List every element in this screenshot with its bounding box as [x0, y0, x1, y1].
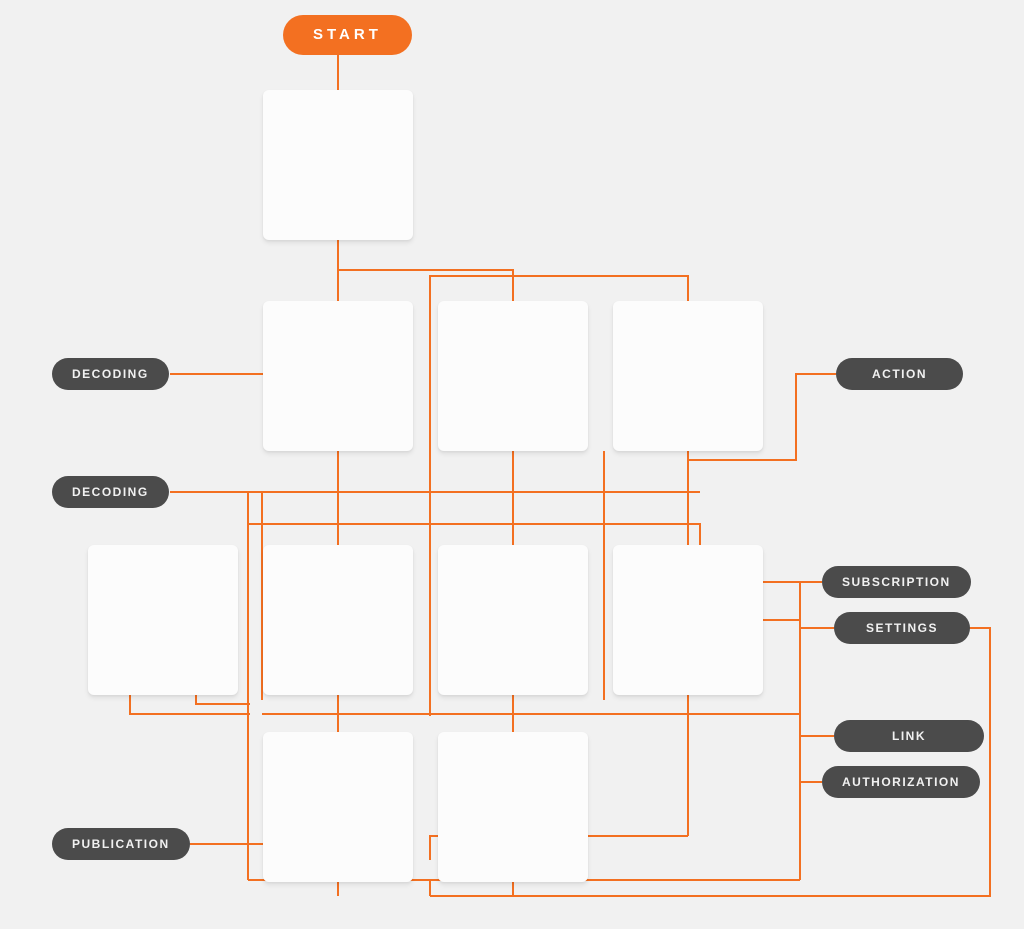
box-r2c2 [438, 301, 588, 451]
box-r2c1 [263, 301, 413, 451]
box-r3c2 [438, 545, 588, 695]
box-r3c1 [263, 545, 413, 695]
start-pill: START [283, 15, 412, 55]
action-pill: ACTION [836, 358, 963, 390]
link-pill: LINK [834, 720, 984, 752]
diagram-canvas: START DECODING DECODING ACTION SUBSCRIPT… [0, 0, 1024, 929]
decoding-pill-1: DECODING [52, 358, 169, 390]
publication-pill: PUBLICATION [52, 828, 190, 860]
box-r3c3 [613, 545, 763, 695]
box-r3c0 [88, 545, 238, 695]
subscription-pill: SUBSCRIPTION [822, 566, 971, 598]
settings-pill: SETTINGS [834, 612, 970, 644]
box-r2c3 [613, 301, 763, 451]
decoding-pill-2: DECODING [52, 476, 169, 508]
box-r4c2 [438, 732, 588, 882]
authorization-pill: AUTHORIZATION [822, 766, 980, 798]
box-r4c1 [263, 732, 413, 882]
box-r1c1 [263, 90, 413, 240]
